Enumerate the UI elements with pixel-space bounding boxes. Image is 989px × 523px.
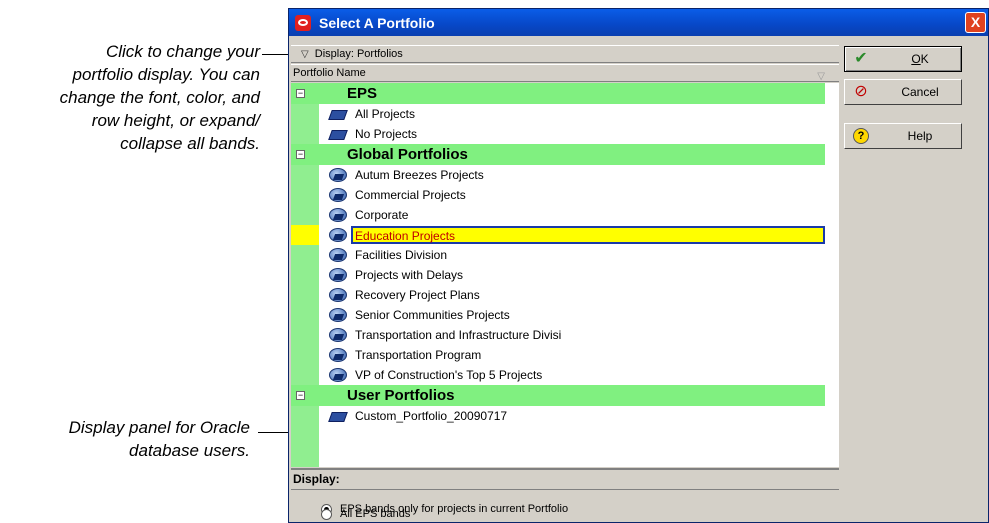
- list-item[interactable]: Commercial Projects: [291, 185, 825, 205]
- item-label: Transportation Program: [355, 348, 482, 362]
- list-item[interactable]: Transportation and Infrastructure Divisi: [291, 325, 825, 345]
- ok-label: OK: [911, 52, 929, 66]
- cancel-button[interactable]: ⊘ Cancel: [844, 79, 962, 105]
- item-label: No Projects: [355, 127, 418, 141]
- portfolio-globe-icon: [329, 208, 347, 222]
- portfolio-globe-icon: [329, 308, 347, 322]
- portfolio-globe-icon: [329, 248, 347, 262]
- item-label: Education Projects: [355, 229, 456, 243]
- item-label: Commercial Projects: [355, 188, 466, 202]
- close-button[interactable]: X: [965, 12, 986, 33]
- collapse-toggle-icon[interactable]: −: [296, 89, 305, 98]
- item-label: Autum Breezes Projects: [355, 168, 484, 182]
- radio-button[interactable]: [321, 508, 332, 520]
- no-entry-icon: ⊘: [854, 83, 868, 100]
- list-item[interactable]: Custom_Portfolio_20090717: [291, 406, 825, 426]
- display-callout-text: Click to change your portfolio display. …: [59, 42, 260, 153]
- column-header-portfolio-name[interactable]: Portfolio Name ▽: [291, 64, 839, 82]
- dialog-button-panel: ✔ OK ⊘ Cancel ? Help: [844, 46, 985, 522]
- dialog-title: Select A Portfolio: [319, 14, 435, 31]
- portfolio-globe-icon: [329, 188, 347, 202]
- checkmark-icon: ✔: [854, 50, 868, 67]
- item-label: Transportation and Infrastructure Divisi: [355, 328, 562, 342]
- list-item[interactable]: Facilities Division: [291, 245, 825, 265]
- oracle-app-icon: [295, 14, 311, 31]
- portfolio-globe-icon: [329, 268, 347, 282]
- cancel-label: Cancel: [901, 85, 939, 99]
- list-item[interactable]: VP of Construction's Top 5 Projects: [291, 365, 825, 385]
- item-label: Corporate: [355, 208, 409, 222]
- panel-callout-text: Display panel for Oracle database users.: [68, 418, 250, 460]
- eps-node-icon: [329, 127, 347, 141]
- column-header-label: Portfolio Name: [293, 67, 366, 79]
- portfolio-globe-icon: [329, 168, 347, 182]
- portfolio-globe-icon: [329, 288, 347, 302]
- eps-node-icon: [329, 107, 347, 121]
- radio-label: All EPS bands: [340, 508, 411, 520]
- list-item[interactable]: Projects with Delays: [291, 265, 825, 285]
- collapse-toggle-icon[interactable]: −: [296, 391, 305, 400]
- list-item[interactable]: All Projects: [291, 104, 825, 124]
- portfolio-globe-icon: [329, 228, 347, 242]
- ok-button[interactable]: ✔ OK: [844, 46, 962, 72]
- portfolio-grid: − EPS All Projects No Projects − Global …: [291, 83, 839, 467]
- chevron-down-icon: ▽: [301, 49, 309, 60]
- band-title: Global Portfolios: [347, 146, 468, 163]
- band-title: User Portfolios: [347, 387, 455, 404]
- display-panel-header: Display:: [291, 468, 839, 490]
- item-label: Custom_Portfolio_20090717: [355, 409, 508, 423]
- select-portfolio-dialog: Select A Portfolio X ▽ Display: Portfoli…: [288, 8, 989, 523]
- band-user-portfolios[interactable]: − User Portfolios: [291, 385, 825, 406]
- display-portfolios-menu[interactable]: ▽ Display: Portfolios: [291, 45, 839, 63]
- list-item[interactable]: Senior Communities Projects: [291, 305, 825, 325]
- radio-all-eps-bands[interactable]: All EPS bands: [321, 508, 410, 520]
- portfolio-list-panel: ▽ Display: Portfolios Portfolio Name ▽ −…: [291, 45, 839, 522]
- dialog-titlebar[interactable]: Select A Portfolio X: [289, 9, 988, 36]
- help-icon: ?: [853, 128, 869, 144]
- band-eps[interactable]: − EPS: [291, 83, 825, 104]
- collapse-toggle-icon[interactable]: −: [296, 150, 305, 159]
- item-label: VP of Construction's Top 5 Projects: [355, 368, 543, 382]
- portfolio-globe-icon: [329, 348, 347, 362]
- item-label: Projects with Delays: [355, 268, 464, 282]
- item-label: Facilities Division: [355, 248, 448, 262]
- band-global-portfolios[interactable]: − Global Portfolios: [291, 144, 825, 165]
- selected-item-box[interactable]: Education Projects: [351, 226, 825, 244]
- help-button[interactable]: ? Help: [844, 123, 962, 149]
- selected-row-gutter: [291, 225, 319, 245]
- list-item[interactable]: Transportation Program: [291, 345, 825, 365]
- band-title: EPS: [347, 85, 378, 102]
- eps-node-icon: [329, 409, 347, 423]
- list-item[interactable]: Recovery Project Plans: [291, 285, 825, 305]
- list-item[interactable]: Autum Breezes Projects: [291, 165, 825, 185]
- list-item[interactable]: No Projects: [291, 124, 825, 144]
- portfolio-globe-icon: [329, 328, 347, 342]
- item-label: All Projects: [355, 107, 416, 121]
- item-label: Senior Communities Projects: [355, 308, 510, 322]
- help-label: Help: [907, 129, 933, 143]
- item-label: Recovery Project Plans: [355, 288, 480, 302]
- display-menu-label: Display: Portfolios: [314, 48, 403, 60]
- list-item-selected[interactable]: Education Projects: [291, 225, 825, 245]
- portfolio-globe-icon: [329, 368, 347, 382]
- list-item[interactable]: Corporate: [291, 205, 825, 225]
